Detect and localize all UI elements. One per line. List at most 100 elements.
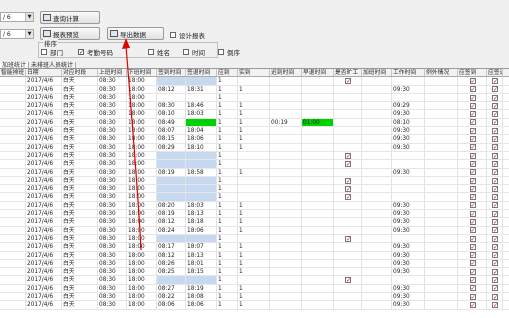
tab-overtime-statistics[interactable]: 加班统计 (0, 62, 30, 69)
column-header[interactable]: 上班时间 (98, 69, 127, 77)
check-icon[interactable]: ✓ (492, 277, 498, 284)
check-icon[interactable]: ✓ (469, 218, 476, 225)
table-row[interactable]: 2017/4/6 白天 08:30 18:00 1 ✓ ✓ ✓ (0, 234, 509, 244)
check-icon[interactable]: ✓ (469, 285, 476, 292)
check-icon[interactable]: ✓ (469, 268, 476, 275)
design-report-checkbox[interactable]: 设计报表 (170, 30, 205, 40)
column-header[interactable]: 应到 (217, 69, 238, 77)
table-row[interactable]: 2017/4/6 白天 08:30 18:00 08:15 18:06 1 1 09:30 ✓ ✓ (0, 135, 509, 144)
check-icon[interactable]: ✓ (492, 301, 498, 308)
check-icon[interactable]: ✓ (469, 127, 476, 134)
column-header[interactable]: 实到 (238, 69, 270, 77)
column-header[interactable]: 迟到时间 (270, 69, 302, 77)
absent-check-icon[interactable]: ✓ (345, 177, 351, 184)
check-icon[interactable]: ✓ (492, 185, 498, 192)
table-row[interactable]: 2017/4/6 白天 08:30 18:00 08:25 18:15 1 1 09:30 ✓ ✓ (0, 268, 509, 277)
table-row[interactable]: 2017/4/6 白天 08:30 18:00 08:10 18:03 1 1 09:30 ✓ ✓ (0, 110, 509, 119)
check-icon[interactable]: ✓ (469, 160, 476, 167)
date-combo-end[interactable]: / 6 ▼ (0, 29, 34, 39)
chevron-down-icon[interactable]: ▼ (25, 30, 33, 38)
check-icon[interactable]: ✓ (469, 227, 476, 234)
check-icon[interactable]: ✓ (469, 210, 476, 217)
check-icon[interactable]: ✓ (469, 185, 476, 192)
column-header[interactable]: 智能排班 (0, 69, 26, 77)
check-icon[interactable]: ✓ (492, 218, 498, 225)
check-icon[interactable]: ✓ (469, 77, 476, 84)
checkbox-box[interactable] (41, 49, 47, 55)
check-icon[interactable]: ✓ (492, 210, 498, 217)
column-header[interactable]: 应签退 (487, 69, 503, 77)
absent-check-icon[interactable]: ✓ (345, 152, 351, 159)
check-icon[interactable]: ✓ (469, 177, 476, 184)
sort-option-department[interactable]: 部门 (41, 47, 63, 57)
check-icon[interactable]: ✓ (492, 160, 498, 167)
checkbox-box[interactable] (148, 49, 154, 55)
table-row[interactable]: 2017/4/6 白天 08:30 18:00 1 ✓ ✓ ✓ (0, 185, 509, 194)
absent-check-icon[interactable]: ✓ (345, 235, 351, 242)
check-icon[interactable]: ✓ (469, 301, 476, 308)
absent-check-icon[interactable]: ✓ (345, 77, 351, 84)
table-row[interactable]: 2017/4/6 白天 08:30 18:00 08:20 18:03 1 1 09:30 ✓ ✓ (0, 201, 509, 211)
column-header[interactable]: 是否旷工 (334, 69, 362, 77)
column-header[interactable]: 签退时间 (186, 69, 217, 77)
check-icon[interactable]: ✓ (492, 293, 498, 300)
table-row[interactable]: 2017/4/6 白天 08:30 18:00 1 ✓ ✓ ✓ (0, 276, 509, 285)
check-icon[interactable]: ✓ (492, 136, 498, 143)
check-icon[interactable]: ✓ (469, 86, 476, 93)
check-icon[interactable]: ✓ (492, 260, 498, 267)
table-row[interactable]: 2017/4/6 白天 08:30 18:00 08:19 18:13 1 1 09:30 ✓ ✓ (0, 210, 509, 219)
table-row[interactable]: 2017/4/6 白天 08:30 18:00 08:49 1 1 00:19 01:00 08:… (0, 118, 509, 128)
column-header[interactable]: 签到时间 (157, 69, 186, 77)
check-icon[interactable]: ✓ (492, 285, 498, 292)
tab-unscheduled-staff[interactable]: 未排班人员统计 (29, 62, 77, 69)
check-icon[interactable]: ✓ (469, 144, 476, 151)
column-header[interactable]: 工作时间 (392, 69, 425, 77)
check-icon[interactable]: ✓ (469, 102, 476, 109)
check-icon[interactable]: ✓ (469, 194, 476, 201)
absent-check-icon[interactable]: ✓ (345, 185, 351, 192)
check-icon[interactable]: ✓ (492, 152, 498, 159)
absent-check-icon[interactable]: ✓ (345, 160, 351, 167)
check-icon[interactable]: ✓ (492, 177, 498, 184)
table-row[interactable]: 2017/4/6 白天 08:30 18:00 08:24 18:06 1 1 09:30 ✓ ✓ (0, 226, 509, 235)
check-icon[interactable]: ✓ (492, 94, 498, 101)
check-icon[interactable]: ✓ (492, 235, 498, 242)
check-icon[interactable]: ✓ (492, 252, 498, 259)
table-row[interactable]: 2017/4/6 白天 08:30 18:00 1 ✓ ✓ ✓ (0, 151, 509, 161)
column-header[interactable]: 例外情况 (425, 69, 458, 77)
table-row[interactable]: 2017/4/6 白天 08:30 18:00 08:22 18:08 1 1 09:30 ✓ ✓ (0, 293, 509, 302)
check-icon[interactable]: ✓ (492, 86, 498, 93)
check-icon[interactable]: ✓ (469, 94, 476, 101)
column-header[interactable]: 加班时间 (362, 69, 392, 77)
checkbox-box[interactable] (170, 32, 176, 38)
absent-check-icon[interactable]: ✓ (345, 194, 351, 201)
table-row[interactable]: 2017/4/6 白天 08:30 18:00 08:29 18:10 1 1 09:30 ✓ ✓ (0, 143, 509, 152)
chevron-down-icon[interactable]: ▼ (25, 13, 33, 21)
check-icon[interactable]: ✓ (469, 202, 476, 209)
check-icon[interactable]: ✓ (469, 252, 476, 259)
check-icon[interactable]: ✓ (469, 243, 476, 250)
check-icon[interactable]: ✓ (492, 169, 498, 176)
table-row[interactable]: 2017/4/6 白天 08:30 18:00 08:19 18:58 1 1 09:30 ✓ ✓ (0, 168, 509, 177)
checkbox-box[interactable] (218, 49, 224, 55)
query-calculate-button[interactable]: 查询计算 (40, 11, 100, 24)
check-icon[interactable]: ✓ (492, 144, 498, 151)
column-header[interactable]: 早退时间 (302, 69, 334, 77)
checkbox-box[interactable] (183, 49, 189, 55)
table-row[interactable]: 2017/4/6 白天 08:30 18:00 08:27 18:19 1 1 09:30 ✓ ✓ (0, 284, 509, 294)
sort-option-time[interactable]: 时间 (183, 47, 205, 57)
check-icon[interactable]: ✓ (469, 111, 476, 118)
column-header[interactable]: 对应时段 (62, 69, 98, 77)
table-row[interactable]: 2017/4/6 白天 08:30 18:00 1 ✓ ✓ ✓ (0, 77, 509, 86)
sort-option-reverse[interactable]: 倒序 (218, 47, 240, 57)
check-icon[interactable]: ✓ (492, 243, 498, 250)
table-row[interactable]: 2017/4/6 白天 08:30 18:00 1 ✓ ✓ (0, 93, 509, 103)
table-row[interactable]: 2017/4/6 白天 08:30 18:00 1 ✓ ✓ ✓ (0, 193, 509, 202)
column-header[interactable]: 日期 (26, 69, 62, 77)
check-icon[interactable]: ✓ (469, 119, 476, 126)
check-icon[interactable]: ✓ (469, 293, 476, 300)
check-icon[interactable]: ✓ (492, 127, 498, 134)
check-icon[interactable]: ✓ (469, 169, 476, 176)
table-row[interactable]: 2017/4/6 白天 08:30 18:00 08:17 18:07 1 1 09:30 ✓ ✓ (0, 243, 509, 252)
check-icon[interactable]: ✓ (469, 136, 476, 143)
